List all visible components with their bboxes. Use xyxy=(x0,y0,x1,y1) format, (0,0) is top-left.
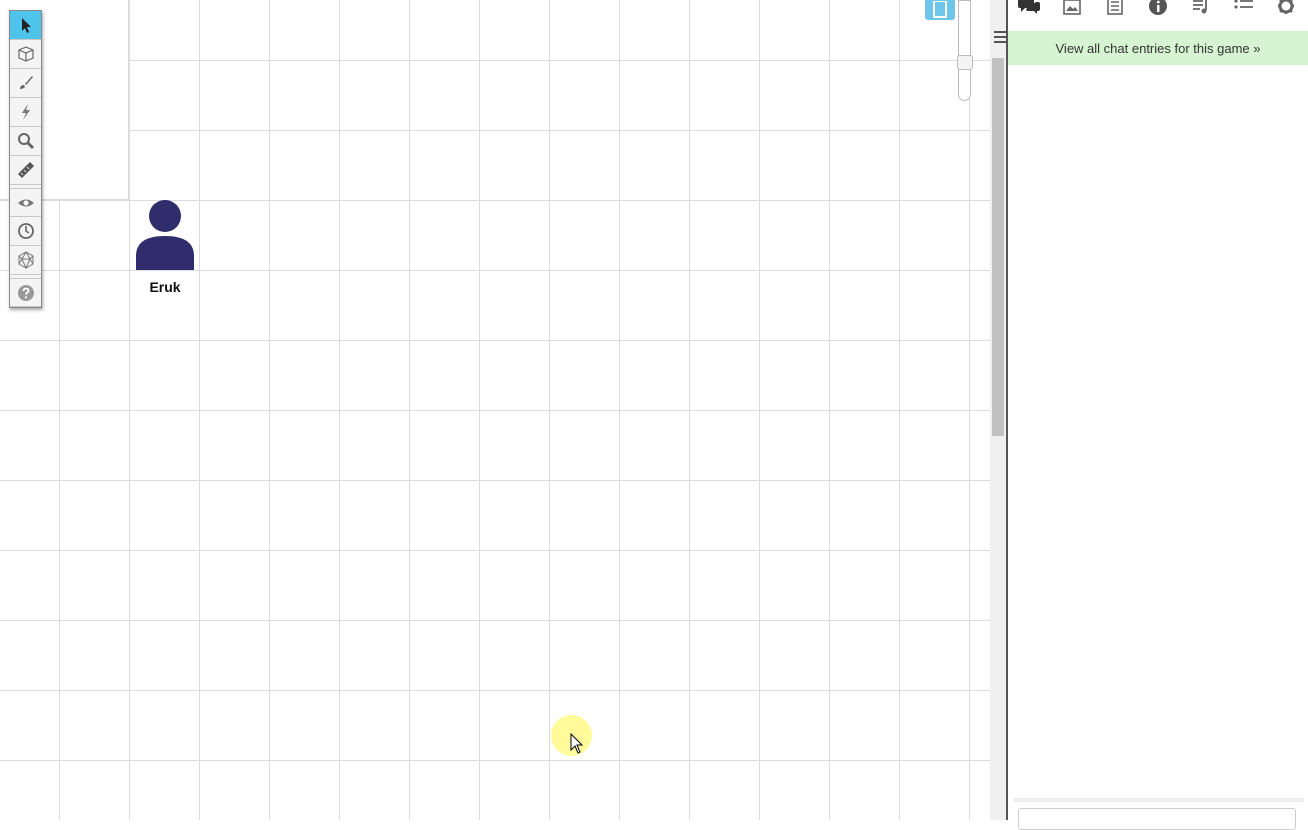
fog-tool[interactable] xyxy=(10,188,41,217)
map-canvas[interactable]: Eruk xyxy=(0,0,990,820)
jukebox-icon[interactable] xyxy=(1190,0,1212,16)
journal-icon[interactable] xyxy=(1104,0,1126,16)
cube-icon xyxy=(17,46,34,62)
view-all-chat-link[interactable]: View all chat entries for this game » xyxy=(1008,31,1308,65)
zoom-tool[interactable] xyxy=(10,127,41,156)
zoom-slider[interactable] xyxy=(958,0,971,101)
question-icon xyxy=(17,284,34,301)
hamburger-menu-icon[interactable] xyxy=(994,30,1006,44)
turn-tracker-tool[interactable] xyxy=(10,217,41,246)
layer-toggle-button[interactable] xyxy=(925,0,955,20)
lightning-icon xyxy=(21,104,30,120)
list-icon[interactable] xyxy=(1233,0,1255,16)
pointer-icon xyxy=(21,18,31,33)
brush-icon xyxy=(19,76,33,89)
help-tool[interactable] xyxy=(10,278,41,307)
character-token[interactable] xyxy=(130,200,200,270)
zoom-slider-handle[interactable] xyxy=(957,55,973,70)
chat-divider xyxy=(1014,798,1304,802)
info-icon[interactable] xyxy=(1147,0,1169,16)
art-library-icon[interactable] xyxy=(1061,0,1083,16)
measure-tool[interactable] xyxy=(10,156,41,185)
token-name-label: Eruk xyxy=(149,279,181,295)
d20-icon xyxy=(18,251,33,269)
right-sidebar: View all chat entries for this game » xyxy=(1006,0,1308,830)
ruler-icon xyxy=(17,162,34,178)
chat-log xyxy=(1008,66,1308,796)
chat-input[interactable] xyxy=(1018,808,1296,830)
settings-icon[interactable] xyxy=(1275,0,1297,16)
draw-tool[interactable] xyxy=(10,69,41,98)
mouse-cursor-icon xyxy=(570,733,584,754)
eye-icon xyxy=(17,199,34,206)
tool-palette xyxy=(9,10,42,308)
clock-icon xyxy=(17,223,34,239)
fx-tool[interactable] xyxy=(10,98,41,127)
select-tool[interactable] xyxy=(10,11,41,40)
chat-icon[interactable] xyxy=(1018,0,1041,16)
magnifier-icon xyxy=(17,133,34,150)
dice-tool[interactable] xyxy=(10,246,41,275)
page-icon xyxy=(933,1,947,18)
layer-tool[interactable] xyxy=(10,40,41,69)
sidebar-tabs xyxy=(1008,0,1308,26)
scrollbar-thumb[interactable] xyxy=(992,58,1004,436)
